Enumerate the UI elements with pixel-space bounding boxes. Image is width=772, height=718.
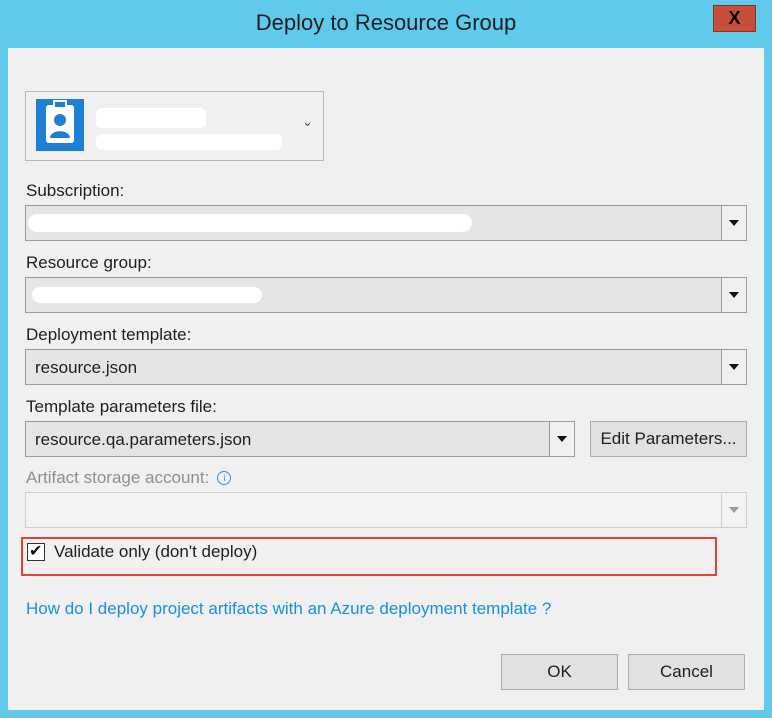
cancel-button[interactable]: Cancel <box>628 654 745 690</box>
artifact-storage-combo[interactable] <box>25 492 747 528</box>
dropdown-arrow-icon <box>729 292 739 298</box>
artifact-storage-label: Artifact storage account: i <box>26 468 232 488</box>
validate-only-label[interactable]: Validate only (don't deploy) <box>54 542 257 562</box>
dropdown-arrow-icon <box>729 364 739 370</box>
dropdown-arrow-icon <box>557 436 567 442</box>
deployment-template-value: resource.json <box>35 358 138 377</box>
subscription-combo[interactable] <box>25 205 747 241</box>
close-icon: X <box>728 8 741 28</box>
edit-parameters-button[interactable]: Edit Parameters... <box>590 421 747 457</box>
info-icon[interactable]: i <box>217 471 232 485</box>
deployment-template-dropdown-button[interactable] <box>721 350 746 384</box>
title-bar[interactable]: Deploy to Resource Group X <box>0 0 772 48</box>
help-link[interactable]: How do I deploy project artifacts with a… <box>26 599 551 619</box>
close-button[interactable]: X <box>713 5 756 32</box>
account-name-redacted <box>96 108 206 128</box>
resource-group-value-redacted <box>32 287 262 303</box>
ok-button[interactable]: OK <box>501 654 618 690</box>
dropdown-arrow-icon <box>729 220 739 226</box>
template-parameters-value: resource.qa.parameters.json <box>35 430 252 449</box>
subscription-dropdown-button[interactable] <box>721 206 746 240</box>
resource-group-dropdown-button[interactable] <box>721 278 746 312</box>
template-parameters-label: Template parameters file: <box>26 397 217 416</box>
account-email-redacted <box>96 134 282 150</box>
user-badge-icon <box>36 99 84 151</box>
dropdown-arrow-icon <box>729 507 739 513</box>
deployment-template-combo[interactable]: resource.json <box>25 349 747 385</box>
deployment-template-label: Deployment template: <box>26 325 192 344</box>
template-parameters-combo[interactable]: resource.qa.parameters.json <box>25 421 575 457</box>
deploy-dialog: Deploy to Resource Group X ⌄ Subscriptio… <box>0 0 772 718</box>
resource-group-combo[interactable] <box>25 277 747 313</box>
dialog-body: ⌄ Subscription: Resource group: Deployme… <box>8 48 764 710</box>
artifact-storage-label-text: Artifact storage account: <box>26 468 210 487</box>
dialog-title: Deploy to Resource Group <box>255 10 517 35</box>
template-parameters-dropdown-button[interactable] <box>549 422 574 456</box>
subscription-label: Subscription: <box>26 181 125 200</box>
chevron-down-icon: ⌄ <box>302 114 313 129</box>
checkmark-icon: ✔ <box>29 543 43 560</box>
account-picker[interactable]: ⌄ <box>25 91 324 161</box>
resource-group-label: Resource group: <box>26 253 152 272</box>
validate-only-checkbox[interactable]: ✔ <box>27 543 45 561</box>
subscription-value-redacted <box>28 214 472 232</box>
artifact-storage-dropdown-button[interactable] <box>721 493 746 527</box>
